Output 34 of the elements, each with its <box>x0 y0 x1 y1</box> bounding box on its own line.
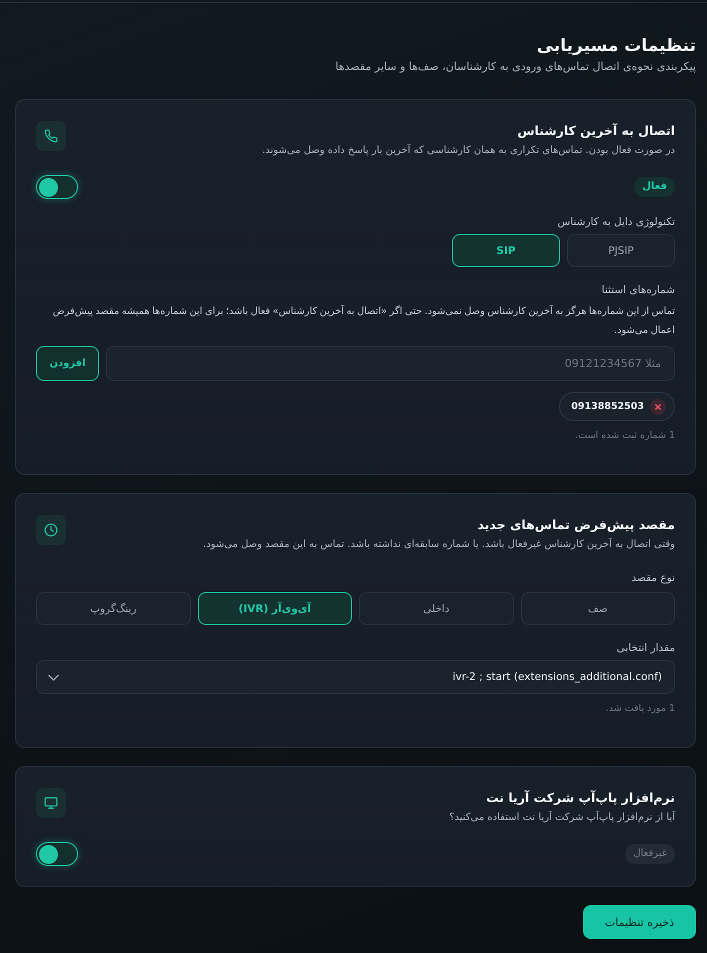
toggle-switch[interactable] <box>36 175 78 199</box>
card-title: اتصال به آخرین کارشناس <box>516 122 675 140</box>
status-badge: غیرفعال <box>625 844 675 864</box>
option-button[interactable]: PJSIP <box>567 234 675 267</box>
option-button[interactable]: SIP <box>452 234 560 267</box>
status-badge: فعال <box>634 177 675 197</box>
remove-icon[interactable] <box>650 398 666 414</box>
field-label: مقدار انتخابی <box>616 641 675 656</box>
card-title: نرم‌افزار پاپ‌آپ شرکت آریا نت <box>485 789 675 807</box>
add-button[interactable]: افزودن <box>36 346 99 381</box>
phone-icon <box>36 121 66 151</box>
save-button[interactable]: ذخیره تنظیمات <box>583 905 696 939</box>
help-text: تماس از این شماره‌ها هرگز به آخرین کارشناس وصل نمی‌شود. حتی اگر «اتصال به آخرین کارشناس» فعال باشد؛ برای این شماره‌ها همیشه مقصد پیش‌فرض اعمال می‌شود. <box>52 304 675 338</box>
option-button[interactable]: آی‌وی‌آر (IVR) <box>198 592 352 625</box>
dropdown-select[interactable]: ivr-2 ; start (extensions_additional.conf) <box>36 660 675 694</box>
monitor-icon <box>36 788 66 818</box>
toggle-switch[interactable] <box>36 842 78 866</box>
field-label: نوع مقصد <box>630 571 675 586</box>
field-label: تکنولوژی دایل به کارشناس <box>556 215 675 230</box>
page-title: تنظیمات مسیریابی <box>536 35 696 58</box>
card-description: در صورت فعال بودن. تماس‌های تکراری به همان کارشناسی که آخرین بار پاسخ داده وصل می‌شوند. <box>262 142 675 158</box>
count-note: 1 شماره ثبت شده است. <box>574 429 675 443</box>
page-subtitle: پیکربندی نحوه‌ی اتصال تماس‌های ورودی به کارشناسان، صف‌ها و سایر مقصدها <box>334 59 696 75</box>
card-title: مقصد پیش‌فرض تماس‌های جدید <box>476 516 675 534</box>
option-button[interactable]: صف <box>520 592 675 625</box>
phone-number: 09138852503 <box>571 401 644 412</box>
phone-number-input[interactable]: مثلا 09121234567 <box>106 346 675 381</box>
clock-icon <box>36 515 66 545</box>
result-note: 1 مورد یافت شد. <box>604 702 675 716</box>
field-label: شماره‌های استثنا <box>600 283 675 298</box>
option-button[interactable]: داخلی <box>359 592 514 625</box>
card-description: وقتی اتصال به آخرین کارشناس غیرفعال باشد. یا شماره سابقه‌ای نداشته باشد. تماس به این مقصد وصل می‌شود. <box>203 536 675 552</box>
option-button[interactable]: رینگ‌گروپ <box>36 592 190 625</box>
card-description: آیا از نرم‌افزار پاپ‌آپ شرکت آریا نت استفاده می‌کنید؟ <box>449 810 675 825</box>
